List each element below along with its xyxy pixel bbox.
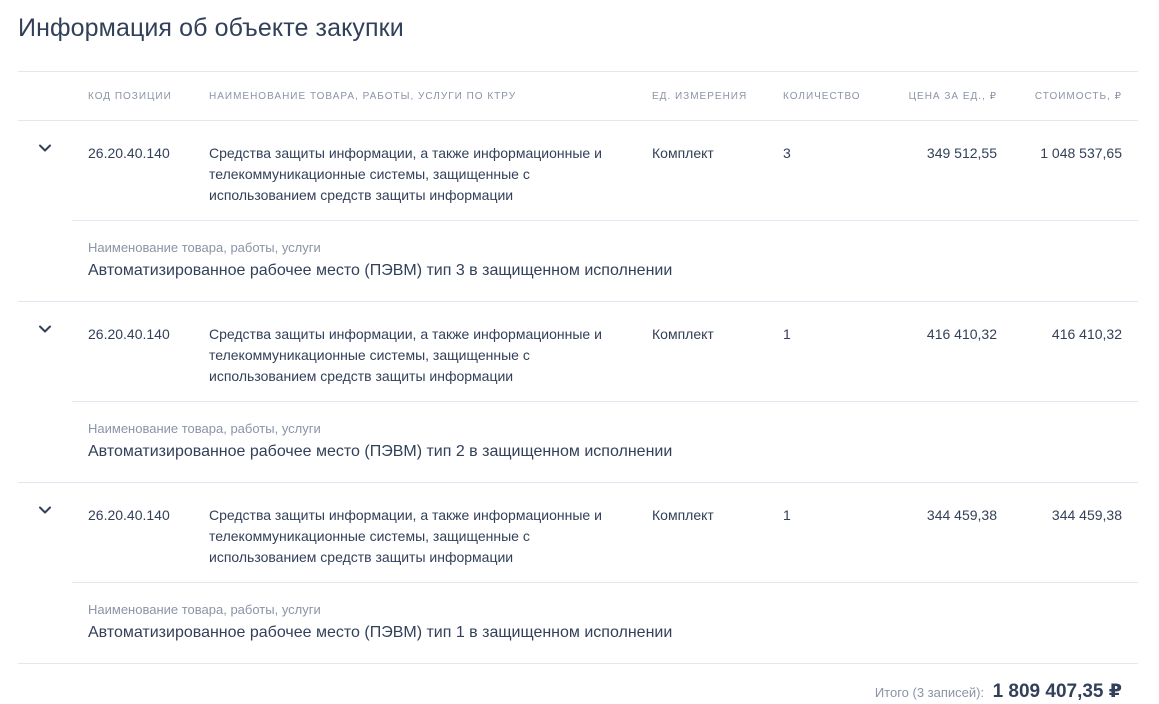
cell-quantity: 1 (783, 326, 791, 342)
detail-label: Наименование товара, работы, услуги (88, 602, 321, 617)
header-code: КОД ПОЗИЦИИ (88, 91, 172, 102)
cell-cost: 1 048 537,65 (1040, 145, 1122, 161)
cell-unit-price: 349 512,55 (926, 145, 997, 161)
cell-code: 26.20.40.140 (88, 326, 170, 342)
table-row[interactable]: 26.20.40.140 Средства защиты информации,… (18, 483, 1138, 583)
table-item: 26.20.40.140 Средства защиты информации,… (18, 302, 1138, 483)
chevron-down-icon[interactable] (38, 141, 52, 155)
row-detail: Наименование товара, работы, услуги Авто… (18, 221, 1138, 302)
table-item: 26.20.40.140 Средства защиты информации,… (18, 483, 1138, 664)
header-cost: СТОИМОСТЬ, ₽ (1034, 91, 1122, 102)
cell-code: 26.20.40.140 (88, 507, 170, 523)
cell-name: Средства защиты информации, а также инфо… (209, 326, 602, 384)
cell-code: 26.20.40.140 (88, 145, 170, 161)
row-detail: Наименование товара, работы, услуги Авто… (18, 402, 1138, 483)
cell-unit: Комплект (652, 507, 714, 523)
row-detail: Наименование товара, работы, услуги Авто… (18, 583, 1138, 664)
detail-label: Наименование товара, работы, услуги (88, 421, 321, 436)
cell-unit: Комплект (652, 326, 714, 342)
detail-value: Автоматизированное рабочее место (ПЭВМ) … (88, 443, 673, 460)
total-value: 1 809 407,35 ₽ (992, 681, 1122, 702)
header-quantity: КОЛИЧЕСТВО (783, 91, 861, 102)
header-name: НАИМЕНОВАНИЕ ТОВАРА, РАБОТЫ, УСЛУГИ ПО К… (209, 91, 517, 102)
cell-cost: 344 459,38 (1051, 507, 1122, 523)
total-label: Итого (3 записей): (874, 685, 985, 700)
cell-unit-price: 344 459,38 (926, 507, 997, 523)
total-summary: Итого (3 записей): 1 809 407,35 ₽ (875, 680, 1122, 703)
chevron-down-icon[interactable] (38, 503, 52, 517)
cell-name: Средства защиты информации, а также инфо… (209, 507, 602, 565)
page-title: Информация об объекте закупки (18, 14, 404, 42)
cell-cost: 416 410,32 (1051, 326, 1122, 342)
cell-unit: Комплект (652, 145, 714, 161)
detail-value: Автоматизированное рабочее место (ПЭВМ) … (88, 262, 673, 279)
purchase-items-table: КОД ПОЗИЦИИ НАИМЕНОВАНИЕ ТОВАРА, РАБОТЫ,… (18, 71, 1138, 664)
table-row[interactable]: 26.20.40.140 Средства защиты информации,… (18, 302, 1138, 402)
header-unit-price: ЦЕНА ЗА ЕД., ₽ (908, 91, 997, 102)
cell-quantity: 3 (783, 145, 791, 161)
table-row[interactable]: 26.20.40.140 Средства защиты информации,… (18, 121, 1138, 221)
chevron-down-icon[interactable] (38, 322, 52, 336)
header-unit: ЕД. ИЗМЕРЕНИЯ (652, 91, 748, 102)
cell-name: Средства защиты информации, а также инфо… (209, 145, 602, 203)
cell-unit-price: 416 410,32 (926, 326, 997, 342)
detail-value: Автоматизированное рабочее место (ПЭВМ) … (88, 624, 673, 641)
table-header: КОД ПОЗИЦИИ НАИМЕНОВАНИЕ ТОВАРА, РАБОТЫ,… (18, 72, 1138, 121)
table-item: 26.20.40.140 Средства защиты информации,… (18, 121, 1138, 302)
cell-quantity: 1 (783, 507, 791, 523)
detail-label: Наименование товара, работы, услуги (88, 240, 321, 255)
